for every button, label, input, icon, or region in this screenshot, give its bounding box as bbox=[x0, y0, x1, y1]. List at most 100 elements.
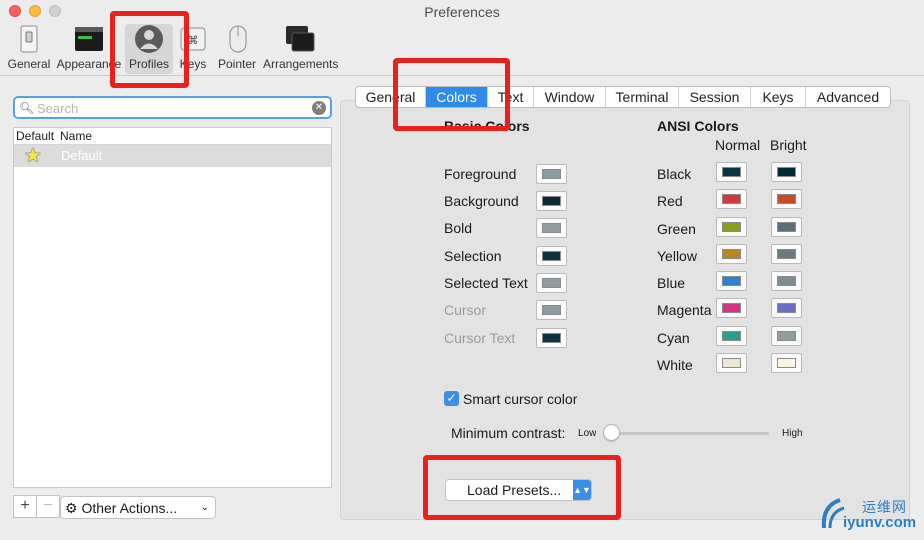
search-placeholder: Search bbox=[37, 101, 79, 116]
column-default[interactable]: Default bbox=[16, 129, 54, 143]
other-actions-dropdown[interactable]: ⚙ Other Actions... ⌄ bbox=[60, 496, 216, 519]
basic-color-swatch[interactable] bbox=[536, 164, 567, 184]
swatch-fill bbox=[542, 251, 561, 261]
toolbar-appearance-label: Appearance bbox=[56, 57, 122, 71]
chevron-down-icon: ⌄ bbox=[200, 502, 209, 513]
ansi-normal-swatch[interactable] bbox=[716, 162, 747, 182]
ansi-bright-swatch[interactable] bbox=[771, 353, 802, 373]
swatch-fill bbox=[722, 358, 741, 368]
ansi-bright-swatch[interactable] bbox=[771, 217, 802, 237]
toolbar-general-label: General bbox=[7, 57, 51, 71]
basic-color-label: Selection bbox=[444, 248, 502, 264]
add-profile-button[interactable]: + bbox=[13, 495, 37, 518]
toolbar-general[interactable]: General bbox=[6, 24, 52, 74]
load-presets-label: Load Presets... bbox=[467, 482, 562, 498]
tab-colors[interactable]: Colors bbox=[426, 87, 488, 107]
basic-color-swatch[interactable] bbox=[536, 300, 567, 320]
minimum-contrast-slider[interactable] bbox=[606, 432, 769, 435]
basic-color-swatch[interactable] bbox=[536, 191, 567, 211]
clear-search-icon[interactable]: ✕ bbox=[312, 101, 326, 115]
ansi-normal-swatch[interactable] bbox=[716, 298, 747, 318]
swatch-fill bbox=[722, 276, 741, 286]
preferences-toolbar: General Appearance Profiles ⌘ Keys Point… bbox=[0, 22, 924, 76]
tab-text[interactable]: Text bbox=[488, 87, 534, 107]
basic-color-swatch[interactable] bbox=[536, 218, 567, 238]
smart-cursor-checkbox[interactable]: ✓ bbox=[444, 391, 459, 406]
title-bar: Preferences bbox=[0, 0, 924, 22]
swatch-fill bbox=[722, 249, 741, 259]
toolbar-pointer[interactable]: Pointer bbox=[214, 24, 260, 74]
toolbar-keys[interactable]: ⌘ Keys bbox=[178, 24, 208, 74]
tab-keys[interactable]: Keys bbox=[751, 87, 806, 107]
basic-color-label: Selected Text bbox=[444, 275, 528, 291]
basic-color-swatch[interactable] bbox=[536, 273, 567, 293]
ansi-normal-swatch[interactable] bbox=[716, 353, 747, 373]
ansi-normal-swatch[interactable] bbox=[716, 217, 747, 237]
dropdown-arrow-icon: ▲▼ bbox=[573, 480, 591, 500]
basic-color-label: Bold bbox=[444, 220, 473, 236]
tab-window[interactable]: Window bbox=[534, 87, 606, 107]
ansi-color-label: Blue bbox=[657, 275, 686, 291]
ansi-color-label: Magenta bbox=[657, 302, 712, 318]
basic-color-label: Foreground bbox=[444, 166, 517, 182]
swatch-fill bbox=[722, 331, 741, 341]
swatch-fill bbox=[542, 169, 561, 179]
ansi-bright-swatch[interactable] bbox=[771, 189, 802, 209]
keys-command-icon: ⌘ bbox=[178, 24, 208, 54]
toolbar-keys-label: Keys bbox=[179, 57, 207, 71]
swatch-fill bbox=[777, 358, 796, 368]
swatch-fill bbox=[542, 196, 561, 206]
slider-knob[interactable] bbox=[603, 424, 620, 441]
ansi-bright-swatch[interactable] bbox=[771, 244, 802, 264]
ansi-bright-swatch[interactable] bbox=[771, 271, 802, 291]
toolbar-arrangements[interactable]: Arrangements bbox=[263, 24, 338, 74]
column-name[interactable]: Name bbox=[60, 129, 92, 143]
ansi-colors-title: ANSI Colors bbox=[657, 118, 739, 134]
ansi-color-label: Black bbox=[657, 166, 692, 182]
swatch-fill bbox=[777, 194, 796, 204]
svg-text:⌘: ⌘ bbox=[188, 34, 199, 47]
ansi-bright-swatch[interactable] bbox=[771, 326, 802, 346]
appearance-window-icon bbox=[74, 24, 104, 54]
swatch-fill bbox=[777, 303, 796, 313]
tab-terminal[interactable]: Terminal bbox=[606, 87, 679, 107]
tab-general[interactable]: General bbox=[356, 87, 426, 107]
ansi-normal-swatch[interactable] bbox=[716, 326, 747, 346]
basic-color-swatch[interactable] bbox=[536, 246, 567, 266]
toolbar-profiles-label: Profiles bbox=[128, 57, 169, 71]
colors-panel bbox=[340, 100, 910, 520]
swatch-fill bbox=[722, 303, 741, 313]
tab-advanced[interactable]: Advanced bbox=[806, 87, 890, 107]
swatch-fill bbox=[542, 278, 561, 288]
remove-profile-button[interactable]: − bbox=[36, 495, 60, 518]
ansi-bright-swatch[interactable] bbox=[771, 298, 802, 318]
smart-cursor-label: Smart cursor color bbox=[463, 391, 578, 407]
profile-list: Default Name ★ Default bbox=[13, 127, 332, 488]
arrangements-windows-icon bbox=[285, 24, 315, 54]
tab-session[interactable]: Session bbox=[679, 87, 751, 107]
profile-search-field[interactable]: 🔍︎ Search ✕ bbox=[13, 96, 332, 119]
ansi-bright-swatch[interactable] bbox=[771, 162, 802, 182]
basic-color-label: Cursor Text bbox=[444, 330, 516, 346]
toolbar-appearance[interactable]: Appearance bbox=[56, 24, 122, 74]
swatch-fill bbox=[722, 194, 741, 204]
ansi-normal-swatch[interactable] bbox=[716, 244, 747, 264]
watermark-domain: iyunv.com bbox=[843, 514, 917, 531]
swatch-fill bbox=[542, 305, 561, 315]
basic-color-label: Cursor bbox=[444, 302, 487, 318]
ansi-color-label: Yellow bbox=[657, 248, 697, 264]
basic-color-label: Background bbox=[444, 193, 519, 209]
basic-color-swatch[interactable] bbox=[536, 328, 567, 348]
ansi-normal-swatch[interactable] bbox=[716, 189, 747, 209]
profile-row[interactable]: ★ Default bbox=[14, 145, 331, 167]
ansi-normal-swatch[interactable] bbox=[716, 271, 747, 291]
toolbar-profiles[interactable]: Profiles bbox=[125, 24, 173, 74]
basic-colors-title: Basic Colors bbox=[444, 118, 530, 134]
swatch-fill bbox=[722, 222, 741, 232]
swatch-fill bbox=[542, 333, 561, 343]
load-presets-dropdown[interactable]: Load Presets... ▲▼ bbox=[445, 479, 592, 501]
ansi-color-label: Green bbox=[657, 221, 696, 237]
default-star-icon: ★ bbox=[24, 145, 42, 167]
profile-tabs: General Colors Text Window Terminal Sess… bbox=[355, 86, 891, 108]
ansi-color-label: Cyan bbox=[657, 330, 690, 346]
